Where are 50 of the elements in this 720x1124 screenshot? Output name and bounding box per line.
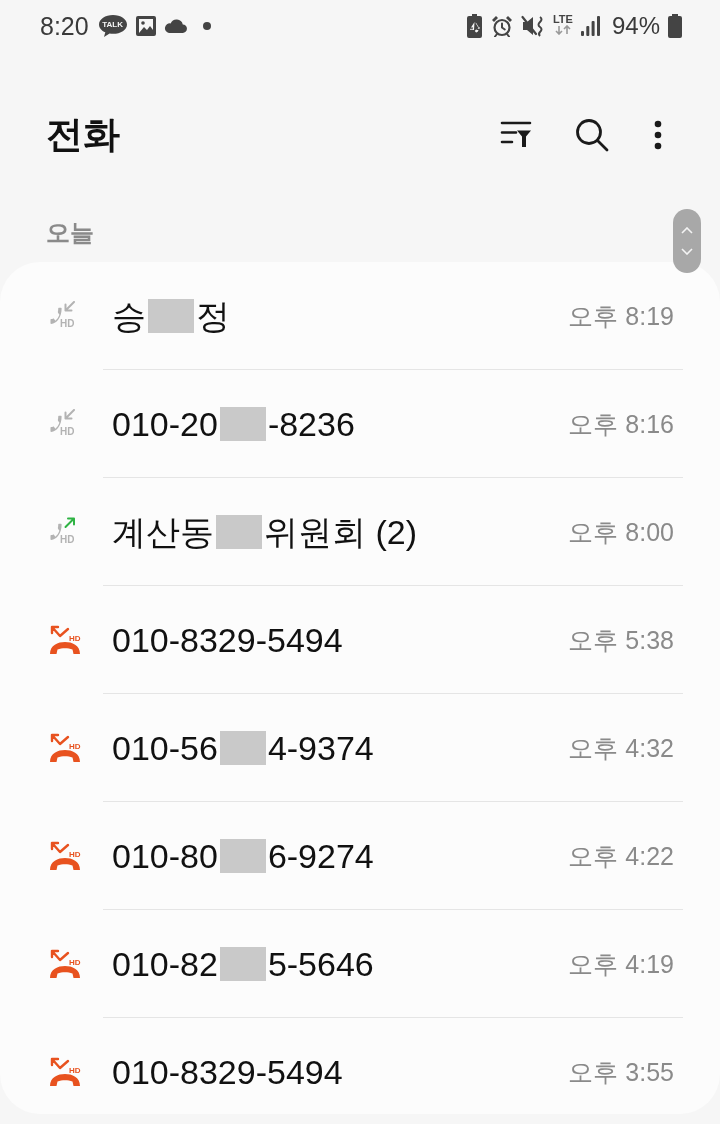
search-button[interactable] (575, 118, 609, 152)
redaction-block (219, 730, 266, 765)
signal-icon (580, 16, 600, 36)
caller-label[interactable]: -8236 (267, 403, 355, 444)
redaction-block (148, 298, 194, 333)
page-title: 전화 (46, 113, 120, 157)
mute-vibrate-icon (520, 15, 545, 37)
call-time: 오후 8:19 (568, 300, 674, 331)
call-time: 오후 4:32 (568, 732, 674, 763)
battery-icon (668, 14, 682, 38)
call-time: 오후 4:19 (568, 948, 674, 979)
caller-label[interactable]: 계산동 (112, 511, 214, 552)
call-time: 오후 4:22 (568, 840, 674, 871)
dot-icon (202, 22, 211, 30)
call-time: 오후 5:38 (568, 624, 674, 655)
redaction-block (219, 946, 266, 981)
caller-label[interactable]: 정 (196, 295, 230, 336)
battery-percent: 94% (611, 11, 660, 41)
redaction-block (219, 406, 266, 441)
caller-label[interactable]: 010-20 (112, 403, 218, 444)
redaction-block (219, 838, 266, 873)
image-icon (135, 16, 156, 36)
redaction-block (216, 514, 262, 549)
caller-label[interactable]: 4-9374 (267, 727, 374, 768)
scroll-handle[interactable] (673, 209, 701, 273)
caller-label[interactable]: 6-9274 (267, 835, 374, 876)
call-time: 오후 8:16 (568, 408, 674, 439)
chevron-down-icon (681, 248, 693, 255)
call-time: 오후 8:00 (568, 516, 674, 547)
call-time: 오후 3:55 (568, 1056, 674, 1087)
caller-label[interactable]: 010-8329-5494 (112, 1051, 343, 1092)
caller-label[interactable]: 승 (112, 295, 146, 336)
alarm-icon (490, 15, 513, 37)
section-header: 오늘 (46, 218, 94, 248)
search-icon (575, 118, 609, 152)
caller-label[interactable]: 위원회 (2) (264, 511, 417, 552)
more-options-button[interactable] (654, 120, 662, 150)
caller-label[interactable]: 010-56 (112, 727, 218, 768)
status-time: 8:20 (40, 11, 89, 41)
filter-list-icon (500, 121, 532, 149)
more-vertical-icon (654, 120, 662, 150)
battery-saver-icon (465, 14, 483, 38)
caller-label[interactable]: 010-8329-5494 (112, 619, 343, 660)
cloud-icon (163, 19, 187, 33)
caller-label[interactable]: 5-5646 (267, 943, 374, 984)
filter-button[interactable] (500, 121, 532, 149)
chevron-up-icon (681, 227, 693, 234)
caller-label[interactable]: 010-82 (112, 943, 218, 984)
chat-bubble-icon: TALK (97, 14, 128, 38)
caller-label[interactable]: 010-80 (112, 835, 218, 876)
